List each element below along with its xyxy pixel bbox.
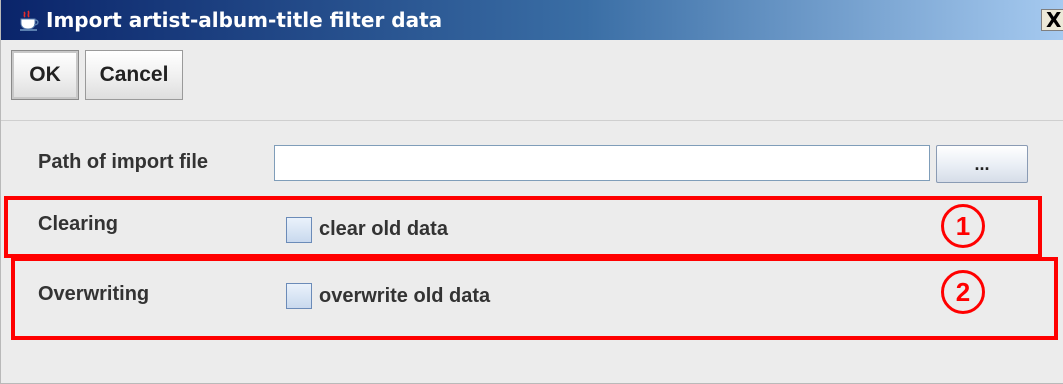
annotation-box-2	[11, 257, 1058, 340]
java-coffee-cup-icon	[20, 10, 39, 31]
cancel-button[interactable]: Cancel	[85, 50, 183, 100]
annotation-marker-2: 2	[941, 270, 985, 314]
path-label: Path of import file	[38, 151, 208, 173]
annotation-box-1	[4, 196, 1042, 258]
ok-button[interactable]: OK	[11, 50, 79, 100]
import-path-input[interactable]	[274, 145, 930, 181]
annotation-marker-1: 1	[941, 204, 985, 248]
title-bar[interactable]: Import artist-album-title filter data X	[1, 0, 1063, 40]
toolbar: OK Cancel	[1, 40, 1063, 121]
import-dialog: Import artist-album-title filter data X …	[0, 0, 1063, 384]
window-title: Import artist-album-title filter data	[46, 8, 443, 32]
close-button[interactable]: X	[1041, 9, 1063, 31]
browse-button[interactable]: ...	[936, 145, 1028, 183]
